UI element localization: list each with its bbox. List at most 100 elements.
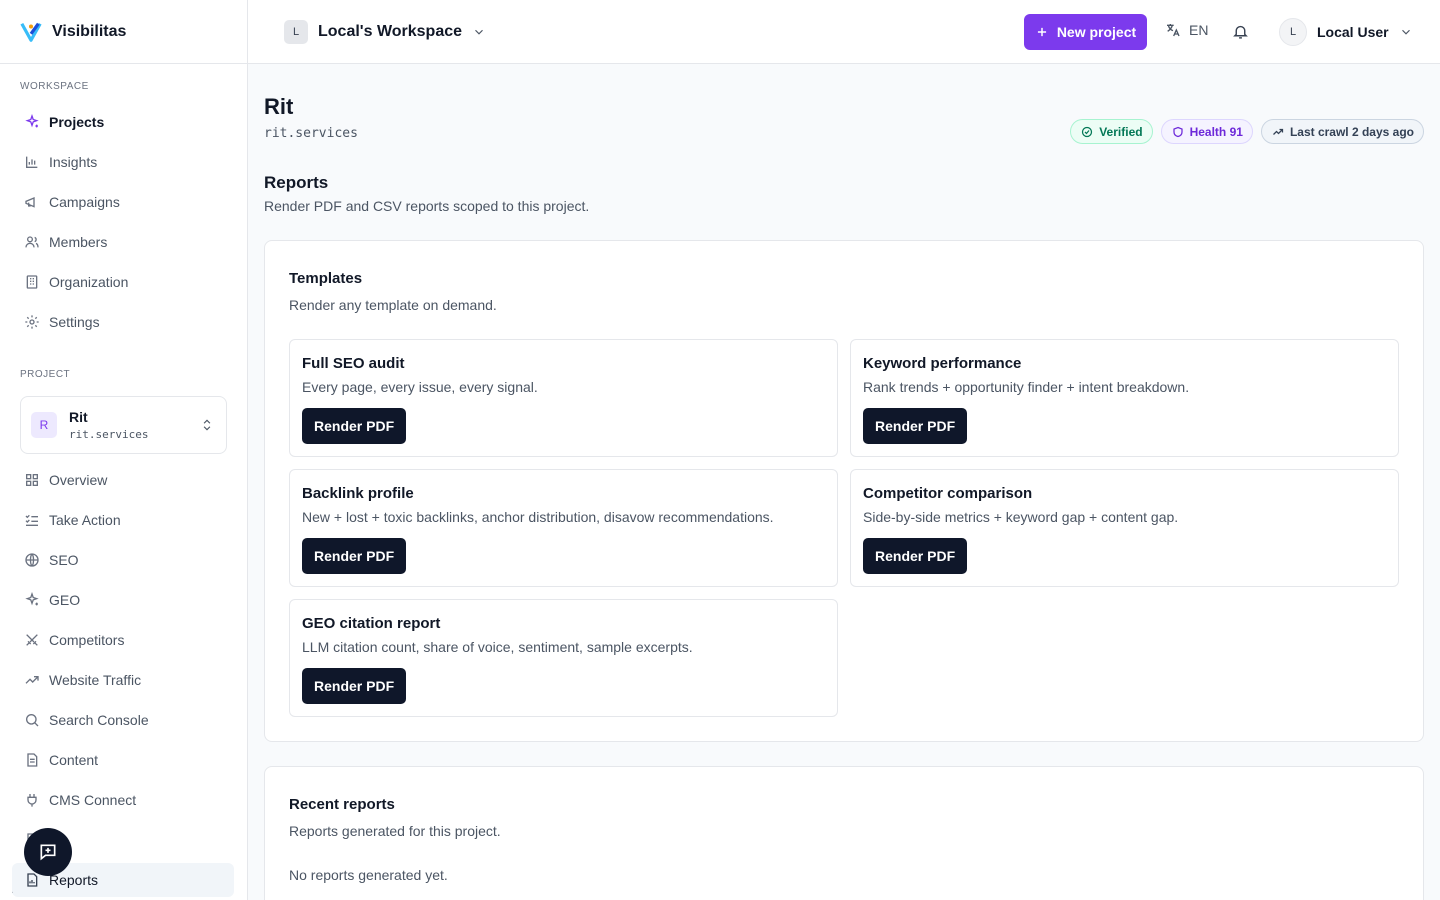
- render-pdf-button[interactable]: Render PDF: [302, 668, 407, 704]
- verified-label: Verified: [1099, 124, 1143, 139]
- new-project-label: New project: [1056, 24, 1137, 40]
- last-crawl-label: Last crawl 2 days ago: [1289, 124, 1414, 139]
- project-switcher-name: Rit: [69, 409, 88, 425]
- sidebar-item-settings[interactable]: Settings: [12, 305, 234, 339]
- sidebar-item-members[interactable]: Members: [12, 225, 234, 259]
- sidebar-item-label: Settings: [49, 314, 100, 330]
- chat-fab-button[interactable]: [24, 828, 72, 876]
- template-card-competitor-comparison: Competitor comparison Side-by-side metri…: [850, 469, 1399, 587]
- sidebar: Visibilitas WORKSPACE Projects Insights …: [0, 0, 248, 900]
- plug-icon: [27, 794, 37, 807]
- visibilitas-logo-icon: [20, 22, 42, 42]
- brand[interactable]: Visibilitas: [0, 0, 247, 64]
- health-badge: Health 91: [1160, 119, 1253, 144]
- render-pdf-button[interactable]: Render PDF: [302, 408, 407, 444]
- chevron-down-icon: [1401, 29, 1410, 35]
- sidebar-item-content[interactable]: Content: [12, 743, 234, 777]
- sidebar-item-label: CMS Connect: [49, 792, 137, 808]
- sidebar-item-campaigns[interactable]: Campaigns: [12, 185, 234, 219]
- megaphone-icon: [25, 197, 35, 208]
- sidebar-item-organization[interactable]: Organization: [12, 265, 234, 299]
- template-card-keyword-performance: Keyword performance Rank trends + opport…: [850, 339, 1399, 457]
- sidebar-item-label: Content: [49, 752, 99, 768]
- search-icon: [26, 714, 39, 727]
- trending-up-icon: [1272, 128, 1284, 135]
- sidebar-item-label: SEO: [49, 552, 79, 568]
- sidebar-item-label: Search Console: [49, 712, 149, 728]
- sparkles-icon: [25, 114, 39, 128]
- render-pdf-button[interactable]: Render PDF: [863, 408, 968, 444]
- template-desc: LLM citation count, share of voice, sent…: [302, 639, 693, 655]
- reports-subtitle: Render PDF and CSV reports scoped to thi…: [264, 198, 590, 214]
- render-pdf-button[interactable]: Render PDF: [302, 538, 407, 574]
- users-icon: [25, 236, 39, 248]
- sidebar-item-seo[interactable]: SEO: [12, 543, 234, 577]
- grid-icon: [25, 474, 38, 486]
- sidebar-item-geo[interactable]: GEO: [12, 583, 234, 617]
- recent-reports-panel: Recent reports Reports generated for thi…: [264, 766, 1424, 900]
- notifications-button[interactable]: [1232, 23, 1249, 45]
- bar-chart-icon: [26, 156, 38, 168]
- templates-subtitle: Render any template on demand.: [289, 297, 497, 313]
- project-url: rit.services: [264, 126, 358, 141]
- sidebar-item-projects[interactable]: Projects: [12, 105, 234, 139]
- brand-name: Visibilitas: [52, 22, 127, 40]
- recent-reports-subtitle: Reports generated for this project.: [289, 823, 501, 839]
- sidebar-item-cms-connect[interactable]: CMS Connect: [12, 783, 234, 817]
- workspace-switcher[interactable]: L Local's Workspace: [284, 20, 486, 44]
- globe-icon: [25, 553, 39, 567]
- topbar: L Local's Workspace New project EN L Loc…: [248, 0, 1440, 64]
- sidebar-item-label: GEO: [49, 592, 81, 608]
- sidebar-item-website-traffic[interactable]: Website Traffic: [12, 663, 234, 697]
- swords-icon: [26, 634, 38, 646]
- gear-icon: [25, 315, 39, 329]
- template-card-geo-citation-report: GEO citation report LLM citation count, …: [289, 599, 838, 717]
- empty-state-text: No reports generated yet.: [289, 867, 448, 883]
- check-circle-icon: [1082, 126, 1093, 137]
- project-switcher-text: Rit rit.services: [69, 409, 148, 441]
- workspace-avatar: L: [284, 20, 308, 44]
- project-avatar: R: [31, 412, 57, 438]
- template-card-full-seo-audit: Full SEO audit Every page, every issue, …: [289, 339, 838, 457]
- sidebar-item-label: Competitors: [49, 632, 125, 648]
- template-desc: New + lost + toxic backlinks, anchor dis…: [302, 509, 774, 525]
- chevron-down-icon: [475, 29, 483, 35]
- templates-title: Templates: [289, 270, 363, 287]
- main-content: Rit rit.services Verified Health 91 Last…: [248, 64, 1440, 900]
- shield-icon: [1172, 126, 1183, 137]
- sidebar-item-take-action[interactable]: Take Action: [12, 503, 234, 537]
- sidebar-item-label: Projects: [49, 114, 105, 130]
- project-switcher[interactable]: R Rit rit.services: [20, 396, 227, 454]
- workspace-section-label: WORKSPACE: [20, 81, 89, 92]
- sidebar-item-label: Insights: [49, 154, 98, 170]
- template-desc: Side-by-side metrics + keyword gap + con…: [863, 509, 1179, 525]
- health-label: Health 91: [1189, 124, 1243, 139]
- template-desc: Rank trends + opportunity finder + inten…: [863, 379, 1190, 395]
- sidebar-item-overview[interactable]: Overview: [12, 463, 234, 497]
- reports-title: Reports: [264, 173, 329, 192]
- sidebar-item-competitors[interactable]: Competitors: [12, 623, 234, 657]
- template-card-backlink-profile: Backlink profile New + lost + toxic back…: [289, 469, 838, 587]
- checklist-icon: [25, 514, 38, 526]
- user-menu[interactable]: L Local User: [1279, 18, 1413, 46]
- template-title: Full SEO audit: [302, 355, 405, 372]
- sidebar-item-label: Take Action: [49, 512, 121, 528]
- sidebar-item-insights[interactable]: Insights: [12, 145, 234, 179]
- render-pdf-button[interactable]: Render PDF: [863, 538, 968, 574]
- sidebar-item-search-console[interactable]: Search Console: [12, 703, 234, 737]
- file-text-icon: [27, 753, 38, 767]
- page-title: Rit: [264, 94, 294, 119]
- template-title: Keyword performance: [863, 355, 1022, 372]
- translate-icon: [1167, 24, 1180, 37]
- new-project-button[interactable]: New project: [1024, 14, 1147, 50]
- language-switcher[interactable]: EN: [1165, 22, 1208, 38]
- avatar: L: [1279, 18, 1307, 46]
- plus-icon: [1037, 27, 1046, 37]
- verified-badge: Verified: [1070, 119, 1153, 144]
- recent-reports-title: Recent reports: [289, 796, 395, 813]
- bell-icon: [1233, 25, 1248, 39]
- user-name: Local User: [1317, 24, 1389, 40]
- project-switcher-domain: rit.services: [69, 428, 149, 441]
- sidebar-item-label: Members: [49, 234, 108, 250]
- last-crawl-badge: Last crawl 2 days ago: [1260, 119, 1424, 144]
